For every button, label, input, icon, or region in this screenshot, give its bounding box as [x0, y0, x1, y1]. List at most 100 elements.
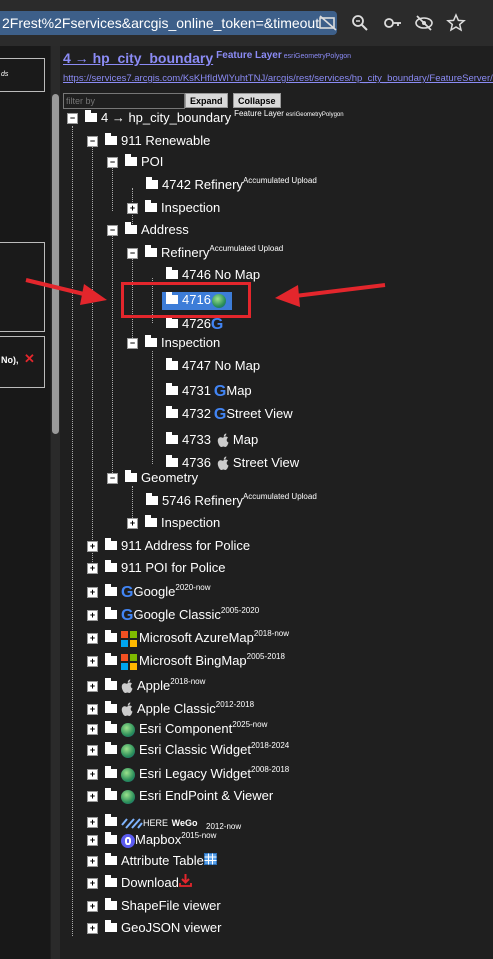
- expand-toggle-icon[interactable]: +: [87, 923, 98, 935]
- tree-node-mapbox[interactable]: + Mapbox2015-now: [87, 830, 216, 850]
- folder-icon: [105, 133, 117, 146]
- tree-node-4747[interactable]: 4747 No Map: [166, 356, 260, 376]
- tree-node-google[interactable]: + GGoogle2020-now: [87, 582, 211, 602]
- service-url-link[interactable]: https://services7.arcgis.com/KsKHfIdWlYu…: [63, 73, 493, 84]
- tree-node-google-classic[interactable]: + GGoogle Classic2005-2020: [87, 605, 259, 625]
- tree-node-poi[interactable]: − POI: [107, 152, 163, 172]
- tree-node-address[interactable]: − Address: [107, 220, 189, 240]
- expand-toggle-icon[interactable]: +: [87, 878, 98, 890]
- scrollbar[interactable]: [51, 46, 60, 959]
- tree-node-here[interactable]: + HERE WeGo: [87, 812, 197, 832]
- tree-node-address-refinery[interactable]: − RefineryAccumulated Upload: [127, 243, 283, 263]
- tree-node-geometry[interactable]: − Geometry: [107, 468, 198, 488]
- tree-node-4733[interactable]: 4733 Map: [166, 430, 258, 450]
- collapse-toggle-icon[interactable]: −: [127, 248, 138, 260]
- tree-node-911-renewable[interactable]: −911 Renewable: [87, 131, 210, 151]
- tree-node-4732[interactable]: 4732 GStreet View: [166, 404, 293, 424]
- folder-icon: [105, 607, 117, 620]
- here-wego-icon: [121, 817, 143, 829]
- expand-button[interactable]: Expand: [185, 93, 228, 108]
- tree-node-ms-bing[interactable]: + Microsoft BingMap2005-2018: [87, 651, 285, 671]
- eye-off-icon[interactable]: [414, 13, 434, 33]
- key-icon[interactable]: [383, 13, 403, 33]
- tree-node-download[interactable]: + Download: [87, 873, 192, 893]
- expand-toggle-icon[interactable]: +: [127, 203, 138, 215]
- expand-toggle-icon[interactable]: +: [87, 633, 98, 645]
- close-icon[interactable]: ✕: [24, 351, 35, 367]
- apple-icon: [217, 456, 229, 470]
- folder-icon: [166, 316, 178, 329]
- tree-node-root[interactable]: −4 → hp_city_boundary Feature Layer esriGe…: [67, 108, 344, 128]
- address-bar[interactable]: 2Frest%2Fservices&arcgis_online_token=&t…: [0, 11, 337, 35]
- layer-title-link[interactable]: 4 → hp_city_boundary: [63, 50, 213, 66]
- expand-toggle-icon[interactable]: +: [87, 856, 98, 868]
- tree-node-geometry-inspection[interactable]: + Inspection: [127, 513, 220, 533]
- expand-toggle-icon[interactable]: +: [87, 704, 98, 716]
- tree-line: [92, 146, 93, 566]
- collapse-button[interactable]: Collapse: [233, 93, 281, 108]
- expand-toggle-icon[interactable]: +: [87, 817, 98, 829]
- expand-toggle-icon[interactable]: +: [87, 563, 98, 575]
- folder-icon: [125, 222, 137, 235]
- expand-toggle-icon[interactable]: +: [87, 745, 98, 757]
- tree-node-poi-inspection[interactable]: + Inspection: [127, 198, 220, 218]
- tree-node-shapefile[interactable]: + ShapeFile viewer: [87, 896, 221, 916]
- folder-icon: [105, 701, 117, 714]
- expand-toggle-icon[interactable]: +: [87, 541, 98, 553]
- collapse-toggle-icon[interactable]: −: [107, 157, 118, 169]
- camera-off-icon[interactable]: [318, 13, 338, 33]
- browser-toolbar: 2Frest%2Fservices&arcgis_online_token=&t…: [0, 0, 493, 46]
- esri-globe-icon: [121, 743, 135, 758]
- google-icon: G: [213, 405, 227, 423]
- tree-node-esri-classic[interactable]: + Esri Classic Widget2018-2024: [87, 740, 289, 760]
- tree-node-esri-endpoint[interactable]: + Esri EndPoint & Viewer: [87, 786, 273, 806]
- collapse-toggle-icon[interactable]: −: [67, 113, 78, 125]
- folder-icon: [105, 584, 117, 597]
- expand-toggle-icon[interactable]: +: [87, 587, 98, 599]
- tree-node-ms-azure[interactable]: + Microsoft AzureMap2018-now: [87, 628, 289, 648]
- tree-node-apple[interactable]: + Apple2018-now: [87, 676, 205, 696]
- star-icon[interactable]: [446, 13, 466, 33]
- folder-icon: [105, 653, 117, 666]
- tree-node-attribute-table[interactable]: + Attribute Table: [87, 851, 217, 871]
- zoom-icon[interactable]: [350, 13, 370, 33]
- tree-node-911-poi-police[interactable]: +911 POI for Police: [87, 558, 226, 578]
- tree-node-4731[interactable]: 4731 GMap: [166, 381, 252, 401]
- collapse-toggle-icon[interactable]: −: [107, 473, 118, 485]
- feature-layer-label: Feature Layer: [216, 50, 282, 61]
- expand-toggle-icon[interactable]: +: [87, 681, 98, 693]
- collapse-toggle-icon[interactable]: −: [87, 136, 98, 148]
- tree-node-911-address-police[interactable]: +911 Address for Police: [87, 536, 250, 556]
- tree-node-esri-component[interactable]: + Esri Component2025-now: [87, 719, 267, 739]
- esri-globe-icon: [121, 789, 135, 804]
- expand-toggle-icon[interactable]: +: [127, 518, 138, 530]
- microsoft-icon: [121, 653, 137, 670]
- tree-node-address-inspection[interactable]: − Inspection: [127, 333, 220, 353]
- expand-toggle-icon[interactable]: +: [87, 835, 98, 847]
- tree-line: [72, 126, 73, 936]
- tree-node-apple-classic[interactable]: + Apple Classic2012-2018: [87, 699, 254, 719]
- tree-node-4742[interactable]: 4742 RefineryAccumulated Upload: [146, 175, 317, 195]
- filter-input[interactable]: [63, 93, 185, 109]
- expand-toggle-icon[interactable]: +: [87, 791, 98, 803]
- tree-node-esri-legacy[interactable]: + Esri Legacy Widget2008-2018: [87, 764, 289, 784]
- expand-toggle-icon[interactable]: +: [87, 610, 98, 622]
- folder-icon: [166, 432, 178, 445]
- expand-toggle-icon[interactable]: +: [87, 901, 98, 913]
- expand-toggle-icon[interactable]: +: [87, 656, 98, 668]
- expand-toggle-icon[interactable]: +: [87, 724, 98, 736]
- folder-icon: [105, 853, 117, 866]
- address-bar-url[interactable]: 2Frest%2Fservices&arcgis_online_token=&t…: [2, 15, 319, 31]
- table-icon[interactable]: [203, 853, 217, 865]
- folder-icon: [105, 898, 117, 911]
- tree-node-geojson[interactable]: + GeoJSON viewer: [87, 918, 221, 938]
- collapse-toggle-icon[interactable]: −: [127, 338, 138, 350]
- folder-icon: [105, 721, 117, 734]
- collapse-toggle-icon[interactable]: −: [107, 225, 118, 237]
- tree-node-5746[interactable]: 5746 RefineryAccumulated Upload: [146, 491, 317, 511]
- expand-toggle-icon[interactable]: +: [87, 769, 98, 781]
- tree-line: [112, 236, 113, 481]
- download-icon[interactable]: [178, 874, 192, 887]
- side-panel: ds No), ✕: [0, 46, 50, 959]
- scrollbar-thumb[interactable]: [52, 94, 59, 434]
